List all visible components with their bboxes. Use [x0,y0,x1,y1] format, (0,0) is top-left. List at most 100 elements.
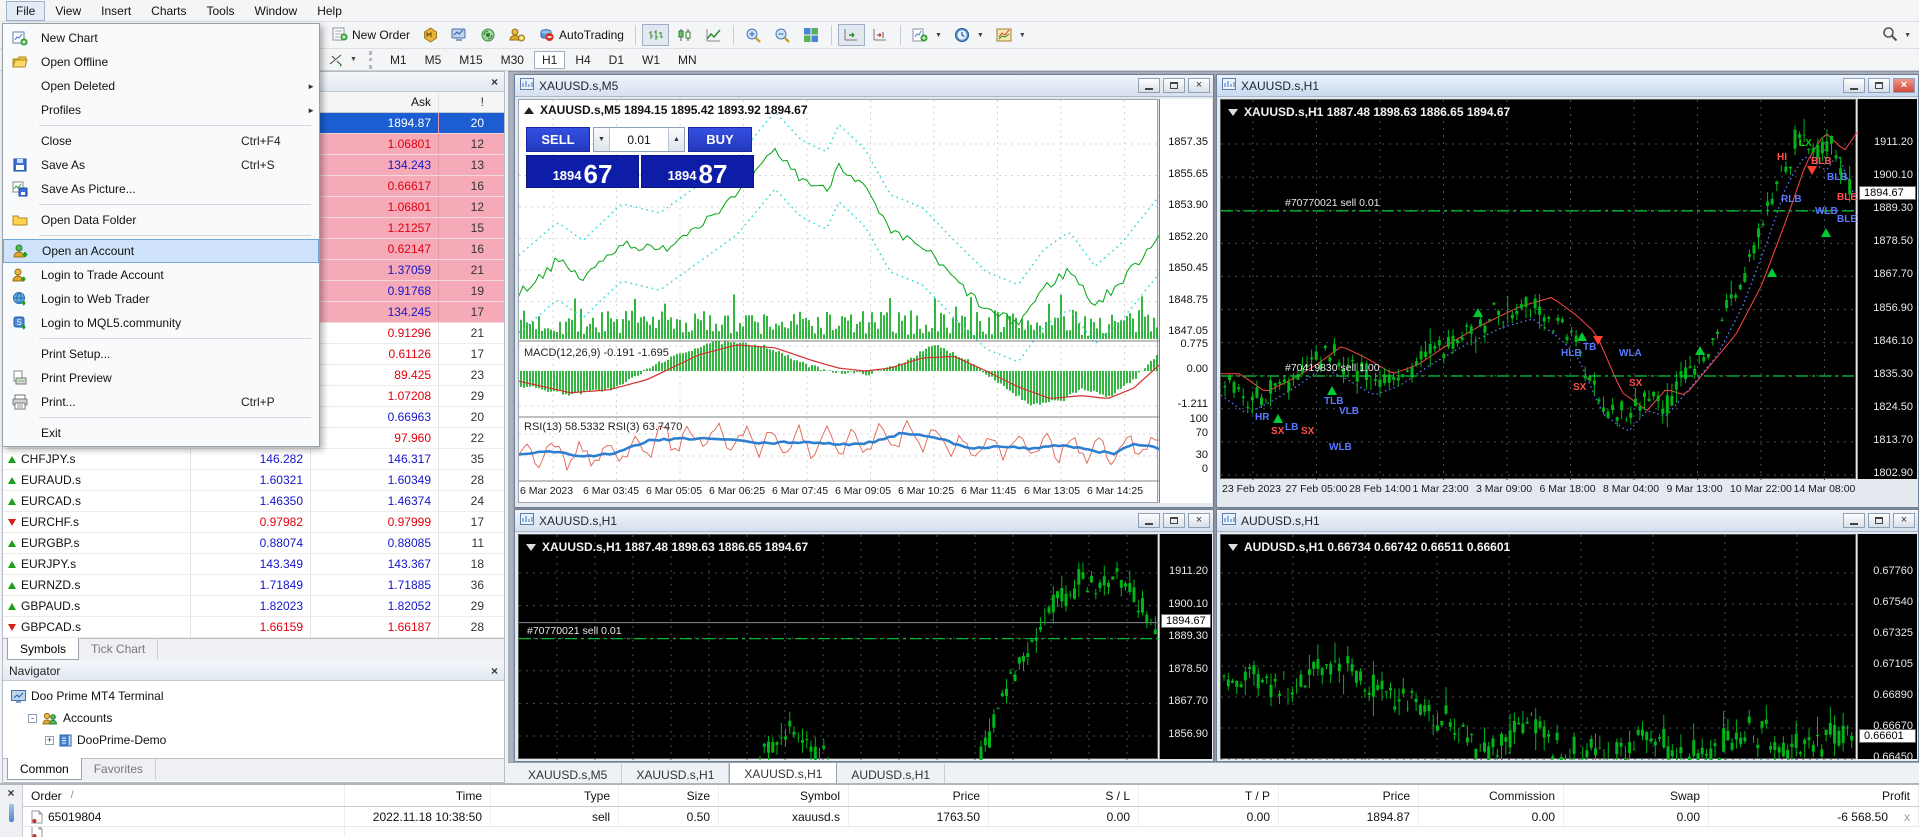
zoom-out-icon[interactable] [769,24,796,46]
auto-scroll-icon[interactable] [838,24,865,46]
tab-symbols[interactable]: Symbols [7,638,79,660]
close-icon[interactable]: × [491,665,498,677]
sell-button[interactable]: SELL [526,127,590,152]
menu-window[interactable]: Window [245,1,308,21]
market-watch-row-eurcad-s[interactable]: EURCAD.s1.463501.4637424 [3,491,504,512]
collapse-icon[interactable] [1228,544,1238,551]
new-order-button[interactable]: New Order [327,23,415,48]
terminal-column-size[interactable]: Size [619,785,719,806]
periods-button[interactable]: ▼ [949,24,989,46]
terminal-column-price[interactable]: Price [1279,785,1419,806]
chart-ohlc-info[interactable]: AUDUSD.s,H1 0.66734 0.66742 0.66511 0.66… [1228,540,1510,554]
chart-ohlc-info[interactable]: XAUUSD.s,H1 1887.48 1898.63 1886.65 1894… [526,540,808,554]
file-menu-item-login-to-trade-account[interactable]: Login to Trade Account [3,263,319,287]
menu-insert[interactable]: Insert [91,1,141,21]
lot-value[interactable]: 0.01 [610,133,668,147]
file-menu-item-print-setup[interactable]: Print Setup... [3,342,319,366]
timeframe-m30[interactable]: M30 [493,51,532,69]
zoom-in-icon[interactable] [740,24,767,46]
minimize-button[interactable] [1138,78,1160,93]
minimize-button[interactable] [1843,513,1865,528]
sell-price-box[interactable]: 189467 [526,155,639,188]
file-menu-item-login-to-web-trader[interactable]: Login to Web Trader [3,287,319,311]
terminal-column-order[interactable]: Order/ [23,785,345,806]
expand-expander-icon[interactable]: + [45,736,54,745]
collapse-icon[interactable] [524,107,534,114]
chart-ohlc-info[interactable]: XAUUSD.s,H1 1887.48 1898.63 1886.65 1894… [1228,105,1510,119]
draw-tools-button[interactable]: ▼ [323,50,362,70]
restore-button[interactable] [1163,513,1185,528]
close-button[interactable]: × [1188,513,1210,528]
chart-bars-icon[interactable] [642,24,669,46]
minimize-button[interactable] [1843,78,1865,93]
column-header-Ask[interactable]: Ask [311,92,439,112]
market-watch-row-euraud-s[interactable]: EURAUD.s1.603211.6034928 [3,470,504,491]
chart-candles-icon[interactable] [671,24,698,46]
chart-ohlc-info[interactable]: XAUUSD.s,M5 1894.15 1895.42 1893.92 1894… [524,103,808,117]
timeframe-mn[interactable]: MN [670,51,705,69]
close-button[interactable]: × [1893,513,1915,528]
panel-grip[interactable] [9,804,14,822]
terminal-column-commission[interactable]: Commission [1419,785,1564,806]
chart-shift-icon[interactable] [867,24,894,46]
timeframe-h1[interactable]: H1 [534,51,565,69]
market-watch-row-eurgbp-s[interactable]: EURGBP.s0.880740.8808511 [3,533,504,554]
restore-button[interactable] [1868,78,1890,93]
menu-charts[interactable]: Charts [141,1,196,21]
file-menu-item-open-offline[interactable]: Open Offline [3,50,319,74]
column-header-![interactable]: ! [439,92,489,112]
terminal-column-swap[interactable]: Swap [1564,785,1709,806]
buy-button[interactable]: BUY [688,127,752,152]
file-menu-item-new-chart[interactable]: New Chart [3,26,319,50]
close-button[interactable]: × [1893,78,1915,93]
file-menu-item-open-an-account[interactable]: Open an Account [3,239,319,263]
chart-plot-audusd[interactable] [1220,534,1856,759]
indicators-button[interactable]: ▼ [907,24,947,46]
collapse-expander-icon[interactable]: - [28,714,37,723]
terminal-column-time[interactable]: Time [345,785,491,806]
close-button[interactable]: × [1188,78,1210,93]
nav-item-accounts[interactable]: -Accounts [3,707,504,729]
timeframe-w1[interactable]: W1 [634,51,668,69]
close-position-icon[interactable]: x [1904,810,1910,824]
chart-title-bar[interactable]: XAUUSD.s,H1 × [515,510,1213,532]
lot-decrease-button[interactable]: ▼ [594,128,610,151]
metaeditor-icon[interactable] [417,24,444,46]
market-watch-row-chfjpy-s[interactable]: CHFJPY.s146.282146.31735 [3,449,504,470]
chart-plot-h1-small[interactable]: #70770021 sell 0.01 [518,534,1158,759]
terminal-order-row[interactable]: 650198042022.11.18 10:38:50sell0.50xauus… [23,807,1919,827]
file-menu-item-save-as-picture[interactable]: Save As Picture... [3,177,319,201]
chart-title-bar[interactable]: AUDUSD.s,H1 × [1217,510,1918,532]
market-watch-row-eurnzd-s[interactable]: EURNZD.s1.718491.7188536 [3,575,504,596]
chart-title-bar[interactable]: XAUUSD.s,M5 × [515,75,1213,97]
chart-plot-h1-main[interactable]: #70770021 sell 0.01#70419830 sell 1.00HR… [1220,99,1856,479]
chart-line-icon[interactable] [700,24,727,46]
nav-item-dooprime-demo[interactable]: +DooPrime-Demo [3,729,504,751]
file-menu-item-open-data-folder[interactable]: Open Data Folder [3,208,319,232]
timeframe-h4[interactable]: H4 [567,51,598,69]
lot-increase-button[interactable]: ▲ [668,128,684,151]
file-menu-item-save-as[interactable]: Save AsCtrl+S [3,153,319,177]
file-menu-item-close[interactable]: CloseCtrl+F4 [3,129,319,153]
terminal-column-type[interactable]: Type [491,785,619,806]
file-menu-item-login-to-mql5-community[interactable]: SLogin to MQL5.community [3,311,319,335]
terminal-monitor-icon[interactable] [446,24,473,46]
market-watch-row-gbpcad-s[interactable]: GBPCAD.s1.661591.6618728 [3,617,504,638]
close-icon[interactable]: × [491,76,498,88]
autotrading-button[interactable]: AutoTrading [533,23,629,48]
market-watch-row-eurchf-s[interactable]: EURCHF.s0.979820.9799917 [3,512,504,533]
market-watch-row-eurjpy-s[interactable]: EURJPY.s143.349143.36718 [3,554,504,575]
collapse-icon[interactable] [1228,109,1238,116]
menu-help[interactable]: Help [307,1,352,21]
buy-price-box[interactable]: 189487 [641,155,754,188]
timeframe-m5[interactable]: M5 [417,51,450,69]
file-menu-item-profiles[interactable]: Profiles► [3,98,319,122]
close-icon[interactable]: × [7,787,14,799]
terminal-column-profit[interactable]: Profit [1709,785,1919,806]
timeframe-d1[interactable]: D1 [601,51,632,69]
file-menu-item-print[interactable]: Print...Ctrl+P [3,390,319,414]
expert-advisors-icon[interactable] [504,24,531,46]
terminal-column-s-l[interactable]: S / L [989,785,1139,806]
terminal-column-price[interactable]: Price [849,785,989,806]
file-menu-item-print-preview[interactable]: Print Preview [3,366,319,390]
